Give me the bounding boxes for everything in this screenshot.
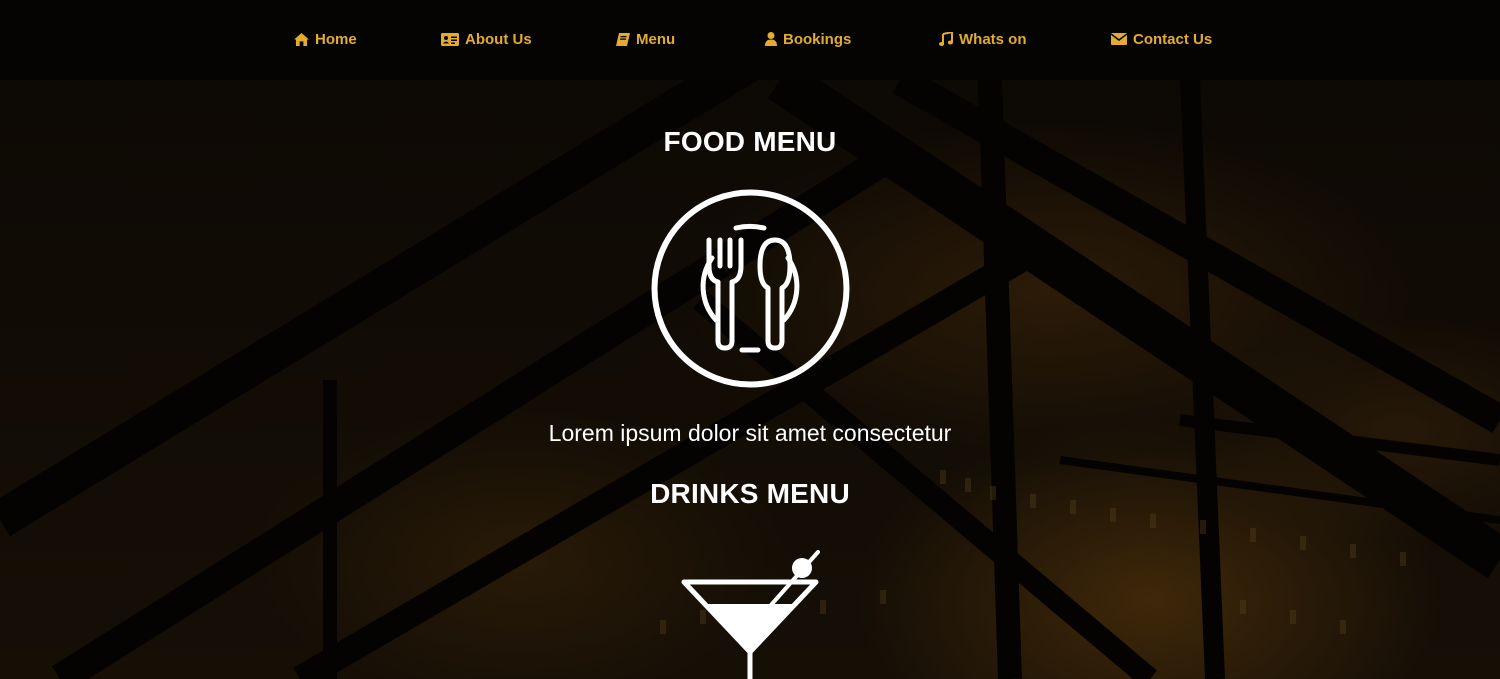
food-menu-title[interactable]: FOOD MENU xyxy=(0,126,1500,158)
nav-item-home[interactable]: Home xyxy=(294,28,357,50)
nav-item-label: Menu xyxy=(636,30,676,48)
nav-item-label: Bookings xyxy=(783,30,852,48)
nav-item-about-us[interactable]: About Us xyxy=(441,28,532,50)
plate-fork-spoon-icon[interactable] xyxy=(650,188,851,394)
nav-list: Home About Us Menu Bookings Whats on Con… xyxy=(0,28,1500,50)
main-content: FOOD MENU Lorem ipsum dolor sit amet con… xyxy=(0,80,1500,679)
nav-item-bookings[interactable]: Bookings xyxy=(765,28,851,50)
nav-item-menu[interactable]: Menu xyxy=(616,28,675,50)
nav-item-whats-on[interactable]: Whats on xyxy=(939,28,1027,50)
user-icon xyxy=(765,32,783,46)
music-icon xyxy=(939,32,959,46)
nav-item-label: Whats on xyxy=(959,30,1027,48)
top-navigation: Home About Us Menu Bookings Whats on Con… xyxy=(0,0,1500,80)
food-menu-description: Lorem ipsum dolor sit amet consectetur xyxy=(548,420,952,446)
nav-item-label: Home xyxy=(315,30,357,48)
envelope-icon xyxy=(1111,33,1133,45)
drinks-menu-title[interactable]: DRINKS MENU xyxy=(0,478,1500,510)
nav-item-contact-us[interactable]: Contact Us xyxy=(1111,28,1212,50)
id-card-icon xyxy=(441,32,465,46)
nav-item-label: Contact Us xyxy=(1133,30,1213,48)
book-icon xyxy=(616,32,636,46)
page: Home About Us Menu Bookings Whats on Con… xyxy=(0,0,1500,679)
home-icon xyxy=(294,32,315,46)
nav-item-label: About Us xyxy=(465,30,532,48)
cocktail-glass-icon[interactable] xyxy=(680,548,825,679)
